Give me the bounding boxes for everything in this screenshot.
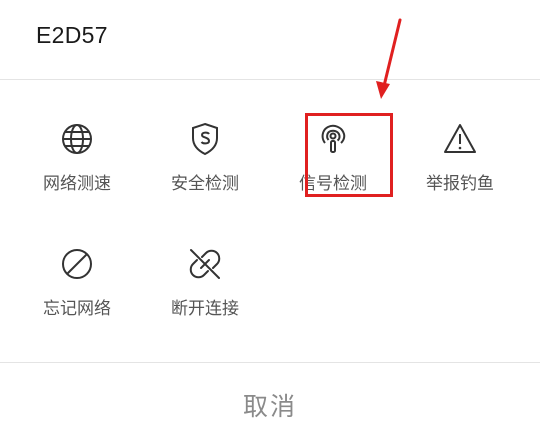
action-signal-check[interactable]: 信号检测 <box>278 121 388 221</box>
shield-s-icon <box>187 121 223 157</box>
action-label: 断开连接 <box>171 299 239 319</box>
action-speed-test[interactable]: 网络测速 <box>22 121 132 221</box>
cancel-button[interactable]: 取消 <box>0 363 540 443</box>
action-label: 忘记网络 <box>43 299 111 319</box>
forbidden-circle-icon <box>59 246 95 282</box>
action-label: 网络测速 <box>43 174 111 194</box>
globe-icon <box>59 121 95 157</box>
action-forget-network[interactable]: 忘记网络 <box>22 246 132 346</box>
warning-triangle-icon <box>442 121 478 157</box>
action-report-phishing[interactable]: 举报钓鱼 <box>405 121 515 221</box>
top-divider <box>0 79 540 80</box>
action-label: 安全检测 <box>171 174 239 194</box>
action-security-check[interactable]: 安全检测 <box>150 121 260 221</box>
wifi-action-sheet: E2D57 网络测速 安全检测 信号检测 举报钓鱼 忘记网络 断开连接 取消 <box>0 0 540 443</box>
broken-link-icon <box>187 246 223 282</box>
cancel-label: 取消 <box>242 392 297 421</box>
network-name-title: E2D57 <box>36 22 108 48</box>
action-label: 信号检测 <box>299 174 367 194</box>
action-disconnect[interactable]: 断开连接 <box>150 246 260 346</box>
action-label: 举报钓鱼 <box>426 174 494 194</box>
signal-probe-icon <box>315 121 351 157</box>
